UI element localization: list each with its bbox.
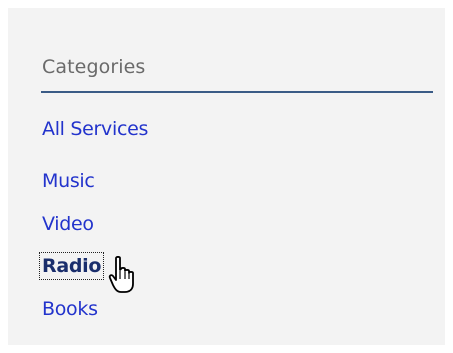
categories-panel: Categories All Services Music Video Radi… (8, 8, 445, 345)
categories-heading: Categories (42, 56, 146, 78)
category-link-radio[interactable]: Radio (39, 252, 105, 280)
hand-pointer-icon (108, 255, 144, 296)
category-link-books[interactable]: Books (42, 296, 98, 322)
heading-divider (41, 91, 433, 93)
category-link-music[interactable]: Music (42, 168, 95, 194)
category-link-all-services[interactable]: All Services (42, 116, 148, 142)
category-link-video[interactable]: Video (42, 211, 94, 237)
focus-outline (39, 252, 105, 280)
